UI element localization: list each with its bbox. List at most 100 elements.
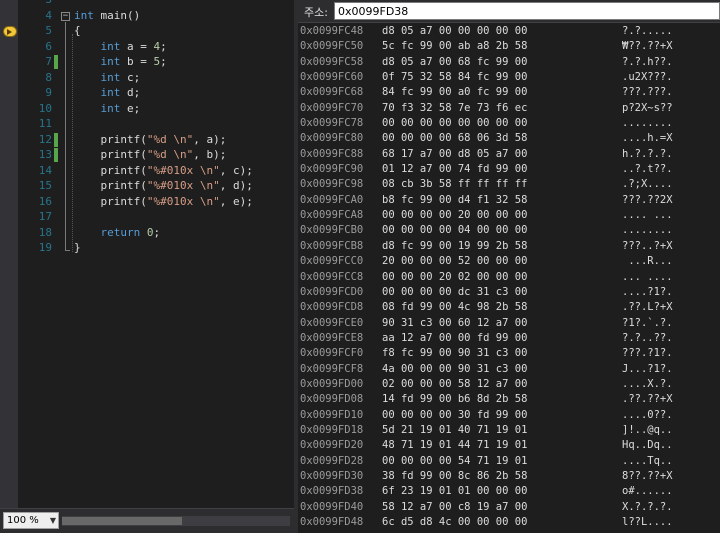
memory-row[interactable]: 0x0099FD20 48 71 19 01 44 71 19 01 Hq..Dq.… [298, 438, 720, 453]
code-line[interactable]: 15 printf("%#010x \n", d); [0, 178, 294, 194]
memory-row[interactable]: 0x0099FCB0 00 00 00 00 04 00 00 00.......… [298, 223, 720, 238]
memory-row[interactable]: 0x0099FC80 00 00 00 00 68 06 3d 58 ....h.=… [298, 131, 720, 146]
code-text: { [74, 23, 81, 39]
code-line[interactable]: 18 return 0; [0, 225, 294, 241]
memory-address: 0x0099FC48 [300, 25, 364, 37]
memory-ascii: .?;X.... [622, 178, 673, 191]
memory-row[interactable]: 0x0099FD28 00 00 00 00 54 71 19 01 ....Tq.… [298, 454, 720, 469]
address-input[interactable] [334, 2, 720, 20]
code-line[interactable]: 12 printf("%d \n", a); [0, 132, 294, 148]
memory-row[interactable]: 0x0099FC48 d8 05 a7 00 00 00 00 00?.?....… [298, 24, 720, 39]
memory-ascii: ... .... [622, 270, 673, 283]
zoom-dropdown[interactable]: 100 % ▼ [3, 512, 59, 529]
line-number: 17 [38, 210, 52, 223]
string-token: "%d \n" [146, 148, 194, 161]
code-line[interactable]: 3 [0, 0, 294, 8]
memory-row[interactable]: 0x0099FCE8 aa 12 a7 00 00 fd 99 00?.?..??… [298, 331, 720, 346]
code-line[interactable]: 10 int e; [0, 101, 294, 117]
memory-row[interactable]: 0x0099FC70 70 f3 32 58 7e 73 f6 ec p?2X~s?… [298, 101, 720, 116]
memory-row[interactable]: 0x0099FCC8 00 00 00 20 02 00 00 00 ... ...… [298, 270, 720, 285]
code-line[interactable]: 13 printf("%d \n", b); [0, 147, 294, 163]
string-token: "%#010x \n" [146, 179, 220, 192]
string-token: "%#010x \n" [146, 194, 220, 208]
scrollbar-thumb[interactable] [62, 517, 182, 525]
keyword-token: int [74, 8, 94, 22]
memory-row[interactable]: 0x0099FD10 00 00 00 00 30 fd 99 00 ....0??… [298, 408, 720, 423]
memory-address: 0x0099FC68 [300, 86, 364, 99]
memory-hex-bytes: 00 00 00 00 54 71 19 01 [382, 454, 528, 467]
memory-address: 0x0099FD20 [300, 439, 364, 452]
memory-row[interactable]: 0x0099FCA0 b8 fc 99 00 d4 f1 32 58 ???.??2… [298, 193, 720, 208]
code-line[interactable]: 14 printf("%#010x \n", c); [0, 163, 294, 179]
memory-row[interactable]: 0x0099FC90 01 12 a7 00 74 fd 99 00 ..?.t??… [298, 162, 720, 177]
memory-row[interactable]: 0x0099FC98 08 cb 3b 58 ff ff ff ff .?;X...… [298, 177, 720, 192]
memory-ascii: ....0??. [622, 408, 673, 421]
code-token: , c); [219, 163, 253, 177]
memory-row[interactable]: 0x0099FD48 6c d5 d8 4c 00 00 00 00 l??L...… [298, 515, 720, 530]
memory-row[interactable]: 0x0099FC58 d8 05 a7 00 68 fc 99 00 ?.?.h??… [298, 55, 720, 70]
memory-ascii: ....h.=X [622, 132, 673, 145]
memory-hex-bytes: 00 00 00 00 30 fd 99 00 [382, 408, 528, 421]
memory-ascii: o#...... [622, 485, 673, 498]
change-marker [54, 132, 58, 147]
line-number: 5 [45, 24, 52, 37]
memory-row[interactable]: 0x0099FCD8 08 fd 99 00 4c 98 2b 58 .??.L?+… [298, 300, 720, 315]
memory-row[interactable]: 0x0099FC68 84 fc 99 00 a0 fc 99 00???.???… [298, 85, 720, 100]
memory-row[interactable]: 0x0099FD08 14 fd 99 00 b6 8d 2b 58 .??.??+… [298, 392, 720, 407]
memory-ascii: ?.?..... [622, 25, 673, 37]
code-line[interactable]: 16 printf("%#010x \n", e); [0, 194, 294, 210]
memory-row[interactable]: 0x0099FD40 58 12 a7 00 c8 19 a7 00 X.?.?.?… [298, 500, 720, 515]
memory-row[interactable]: 0x0099FD18 5d 21 19 01 40 71 19 01]!..@q.… [298, 423, 720, 438]
memory-hex-bytes: 14 fd 99 00 b6 8d 2b 58 [382, 393, 528, 406]
memory-ascii: X.?.?.?. [622, 500, 673, 513]
memory-address: 0x0099FCF0 [300, 347, 364, 360]
number-token: 0 [146, 225, 154, 239]
code-line[interactable]: 17 [0, 209, 294, 225]
keyword-token: int [100, 86, 121, 99]
horizontal-scrollbar[interactable] [62, 516, 290, 526]
code-line[interactable]: 6 int a = 4; [0, 39, 294, 55]
memory-row[interactable]: 0x0099FCE0 90 31 c3 00 60 12 a7 00 ?1?.`.?… [298, 316, 720, 331]
memory-ascii: ?.?..??. [622, 331, 673, 344]
memory-row[interactable]: 0x0099FCB8 d8 fc 99 00 19 99 2b 58 ???..?+… [298, 239, 720, 254]
memory-row[interactable]: 0x0099FD38 6f 23 19 01 01 00 00 00 o#.....… [298, 484, 720, 499]
code-line[interactable]: 7 int b = 5; [0, 54, 294, 70]
memory-row[interactable]: 0x0099FC78 00 00 00 00 00 00 00 00.......… [298, 116, 720, 131]
memory-row[interactable]: 0x0099FCD0 00 00 00 00 dc 31 c3 00 ....?1?… [298, 285, 720, 300]
code-text: printf("%#010x \n", c); [74, 163, 253, 179]
code-editor[interactable]: 34int main()5{6 int a = 4;7 int b = 5;8 … [0, 0, 294, 533]
line-number: 15 [38, 179, 52, 192]
memory-row[interactable]: 0x0099FD00 02 00 00 00 58 12 a7 00 ....X.?… [298, 377, 720, 392]
memory-row[interactable]: 0x0099FCA8 00 00 00 00 20 00 00 00 .... ..… [298, 208, 720, 223]
memory-row[interactable]: 0x0099FD30 38 fd 99 00 8c 86 2b 58 8??.??+… [298, 469, 720, 484]
memory-address: 0x0099FCD0 [300, 285, 364, 298]
memory-ascii: ]!..@q.. [622, 423, 673, 436]
memory-window[interactable]: 주소: 0x0099FC48 d8 05 a7 00 00 00 00 00?.?… [298, 0, 720, 533]
memory-row[interactable]: 0x0099FC50 5c fc 99 00 ab a8 2b 58 ₩??.??+… [298, 39, 720, 54]
memory-address: 0x0099FCB0 [300, 224, 364, 237]
line-number: 14 [38, 163, 52, 177]
code-line[interactable]: 5{ [0, 23, 294, 39]
code-line[interactable]: 19} [0, 240, 294, 256]
collapse-box-icon[interactable]: − [61, 12, 70, 21]
memory-row[interactable]: 0x0099FC88 68 17 a7 00 d8 05 a7 00 h.?.?.?… [298, 147, 720, 162]
memory-address: 0x0099FC98 [300, 178, 364, 191]
memory-row[interactable]: 0x0099FCF8 4a 00 00 00 90 31 c3 00 J...?1?… [298, 362, 720, 377]
code-token: printf( [74, 179, 147, 192]
code-line[interactable]: 9 int d; [0, 85, 294, 101]
memory-rows[interactable]: 0x0099FC48 d8 05 a7 00 00 00 00 00?.?....… [298, 24, 720, 530]
memory-hex-bytes: 84 fc 99 00 a0 fc 99 00 [382, 86, 528, 99]
code-text: int a = 4; [74, 39, 167, 55]
memory-row[interactable]: 0x0099FC60 0f 75 32 58 84 fc 99 00 .u2X???… [298, 70, 720, 85]
memory-row[interactable]: 0x0099FCC0 20 00 00 00 52 00 00 00 ...R..… [298, 254, 720, 269]
memory-row[interactable]: 0x0099FCF0 f8 fc 99 00 90 31 c3 00 ???.?1?… [298, 346, 720, 361]
code-line[interactable]: 8 int c; [0, 70, 294, 86]
memory-ascii: ....?1?. [622, 285, 673, 298]
memory-hex-bytes: 00 00 00 00 68 06 3d 58 [382, 132, 528, 145]
code-token: e; [120, 101, 141, 115]
line-number: 11 [38, 117, 52, 130]
code-line[interactable]: 4 int main() [0, 8, 294, 24]
code-line[interactable]: 11 [0, 116, 294, 132]
